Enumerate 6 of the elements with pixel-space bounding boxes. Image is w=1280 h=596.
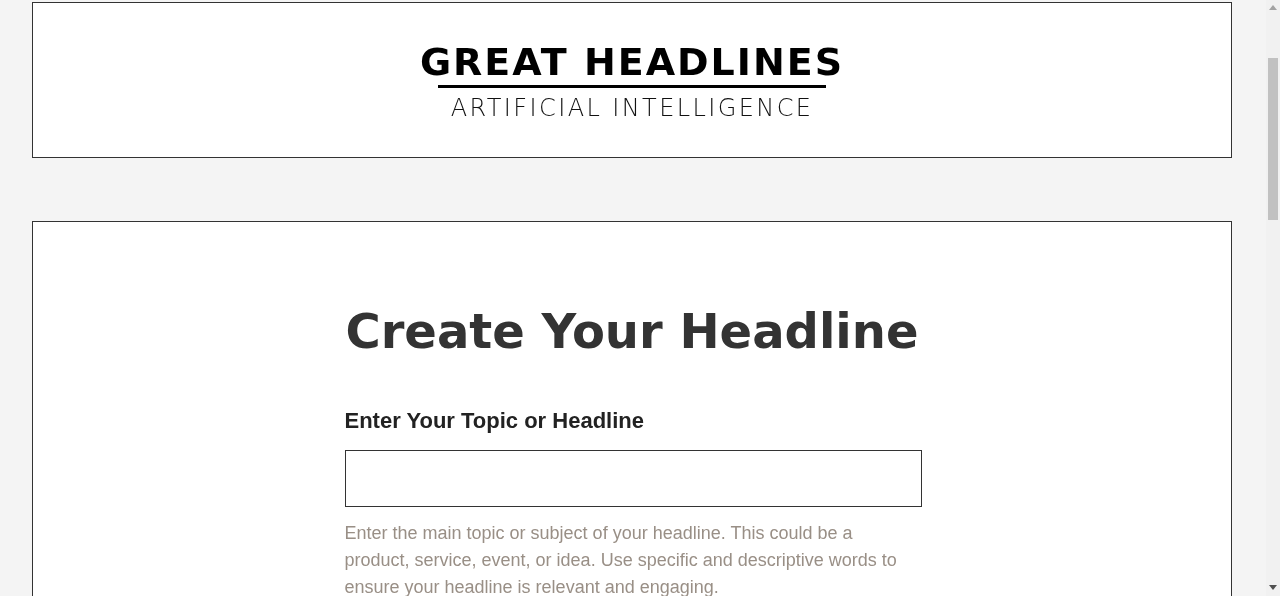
help-text: Enter the main topic or subject of your headline. This could be a product, service, event, or idea. Use specific and descriptive words to ensure your headline is relevant and engaging. xyxy=(344,522,898,596)
logo-title: GREAT HEADLINES xyxy=(419,42,845,82)
logo-subtitle: ARTIFICIAL INTELLIGENCE xyxy=(450,94,814,122)
field-label: Enter Your Topic or Headline xyxy=(344,408,645,434)
page-title: Create Your Headline xyxy=(345,302,919,361)
topic-input-field[interactable] xyxy=(344,450,922,507)
